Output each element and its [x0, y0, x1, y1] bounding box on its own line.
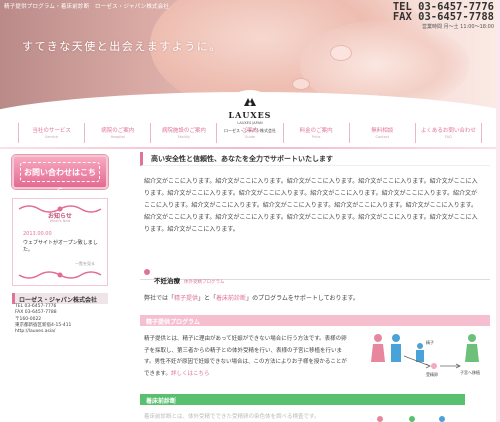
nav-label: 料金のご案内 [299, 128, 333, 134]
finger-detail [292, 78, 310, 90]
tel-block: TEL 03-6457-7776 FAX 03-6457-7788 営業時間 月… [393, 2, 494, 30]
nav-label-en: Hospital [110, 135, 125, 139]
nav-label-en: FAQ [445, 135, 452, 139]
hero-tagline: すてきな天使と出会えますように。 [22, 40, 222, 53]
support-link-pgd[interactable]: 着床前診断 [216, 295, 246, 302]
support-text-pre: 弊社では「 [144, 295, 175, 302]
logo-mark-icon [244, 98, 256, 106]
nav-label-en: Contact [375, 135, 390, 139]
program-heading-pgd: 着床前診断 [140, 394, 465, 405]
main-heading: 高い安全性と信頼性、あなたを全力でサポートいたします [140, 152, 490, 166]
mother-icon [465, 334, 479, 362]
finger-detail [330, 45, 352, 61]
news-date: 2013.00.00 [23, 231, 52, 237]
nav-item-facility[interactable]: 病院施設のご案内 Facility [150, 123, 216, 143]
details-link[interactable]: 詳しくはこちら [171, 371, 210, 377]
company-info: ローゼス・ジャパン株式会社 TEL 03-6457-7776 FAX 03-64… [12, 293, 108, 345]
news-text[interactable]: ウェブサイトがオープン致しました。 [23, 239, 107, 253]
nav-item-price[interactable]: 料金のご案内 Price [282, 123, 349, 143]
donor-icon [416, 343, 424, 362]
man-icon [391, 334, 401, 362]
pgd-diagram [377, 416, 445, 422]
section-subtitle: 体外受精プログラム [184, 280, 225, 285]
program-heading-sperm: 精子提供プログラム [140, 315, 490, 326]
page: 精子提供プログラム・着床前診断 ローゼス・ジャパン株式会社 すてきな天使と出会え… [0, 0, 500, 422]
support-text-post: 」のプログラムをサポートしております。 [246, 295, 359, 302]
business-hours: 営業時間 月〜土 11:00〜18:00 [422, 24, 494, 30]
nav-label: ご案内 [241, 128, 259, 134]
ornament-icon [18, 271, 102, 279]
nav-item-guide[interactable]: ご案内 Guide [216, 123, 282, 143]
diagram-label-transfer: 子宮へ移植 [460, 369, 480, 375]
nav-label: よくあるお問い合わせ [420, 128, 476, 134]
fax-number: FAX 03-6457-7788 [392, 11, 494, 23]
nav-label: 当社のサービス [32, 128, 71, 134]
news-title-en: What's New [49, 219, 71, 223]
arrow-icon [440, 363, 461, 369]
scrollbar[interactable] [496, 0, 500, 422]
news-box: お知らせ What's New 2013.00.00 ウェブサイトがオープン致し… [12, 198, 108, 286]
nav-label: 病院施設のご案内 [161, 128, 206, 134]
section-heading: 不妊治療 体外受精プログラム [140, 266, 490, 285]
nav-divider [0, 147, 500, 149]
company-name: ローゼス・ジャパン株式会社 [12, 293, 108, 304]
section-title: 不妊治療 [154, 277, 180, 285]
ivf-diagram: 精子 受精卵 子宮へ移植 [371, 334, 480, 377]
nav-label: 病院のご案内 [101, 128, 135, 134]
woman-icon [371, 334, 385, 362]
contact-button-label: お問い合わせはこちら [20, 162, 100, 196]
intro-text: 紹介文がここに入ります。紹介文がここに入ります。紹介文がここに入ります。紹介文が… [144, 178, 478, 233]
nav-item-hospital[interactable]: 病院のご案内 Hospital [84, 123, 150, 143]
diagram-label-embryo: 受精卵 [426, 371, 438, 377]
program-text-sperm: 精子提供とは、精子に理由があって妊娠ができない場合に行う方法です。表様の卵子を採… [144, 334, 350, 380]
support-text: 弊社では「精子提供」と「着床前診断」のプログラムをサポートしております。 [144, 293, 359, 302]
support-text-mid: 」と「 [198, 295, 217, 302]
diagram-label-sperm: 精子 [426, 339, 434, 345]
heading-bullet-icon [144, 269, 150, 275]
nav-item-service[interactable]: 当社のサービス Service [18, 123, 84, 143]
global-nav: 当社のサービス Service 病院のご案内 Hospital 病院施設のご案内 Fa… [18, 123, 482, 143]
logo-name: LAUXES [228, 110, 272, 120]
nav-label-en: Guide [244, 135, 256, 139]
program-text-pgd: 着床前診断とは、体外受精でできた受精卵の染色体を調べる検査です。 [144, 414, 320, 420]
top-note: 精子提供プログラム・着床前診断 ローゼス・ジャパン株式会社 [4, 4, 170, 10]
contact-button[interactable]: お問い合わせはこちら [12, 155, 108, 196]
news-more-link[interactable]: 一覧を見る [75, 261, 95, 267]
nav-label-en: Price [311, 135, 321, 139]
nav-label-en: Facility [177, 135, 190, 139]
company-url[interactable]: http://lauxes.asia/ [12, 329, 108, 335]
nav-item-faq[interactable]: よくあるお問い合わせ FAQ [414, 123, 482, 143]
embryo-icon [431, 363, 437, 369]
nav-label-en: Service [45, 135, 59, 139]
nav-label: 無料相談 [371, 128, 394, 134]
nav-item-contact[interactable]: 無料相談 Contact [348, 123, 415, 143]
support-link-sperm[interactable]: 精子提供 [174, 295, 198, 302]
